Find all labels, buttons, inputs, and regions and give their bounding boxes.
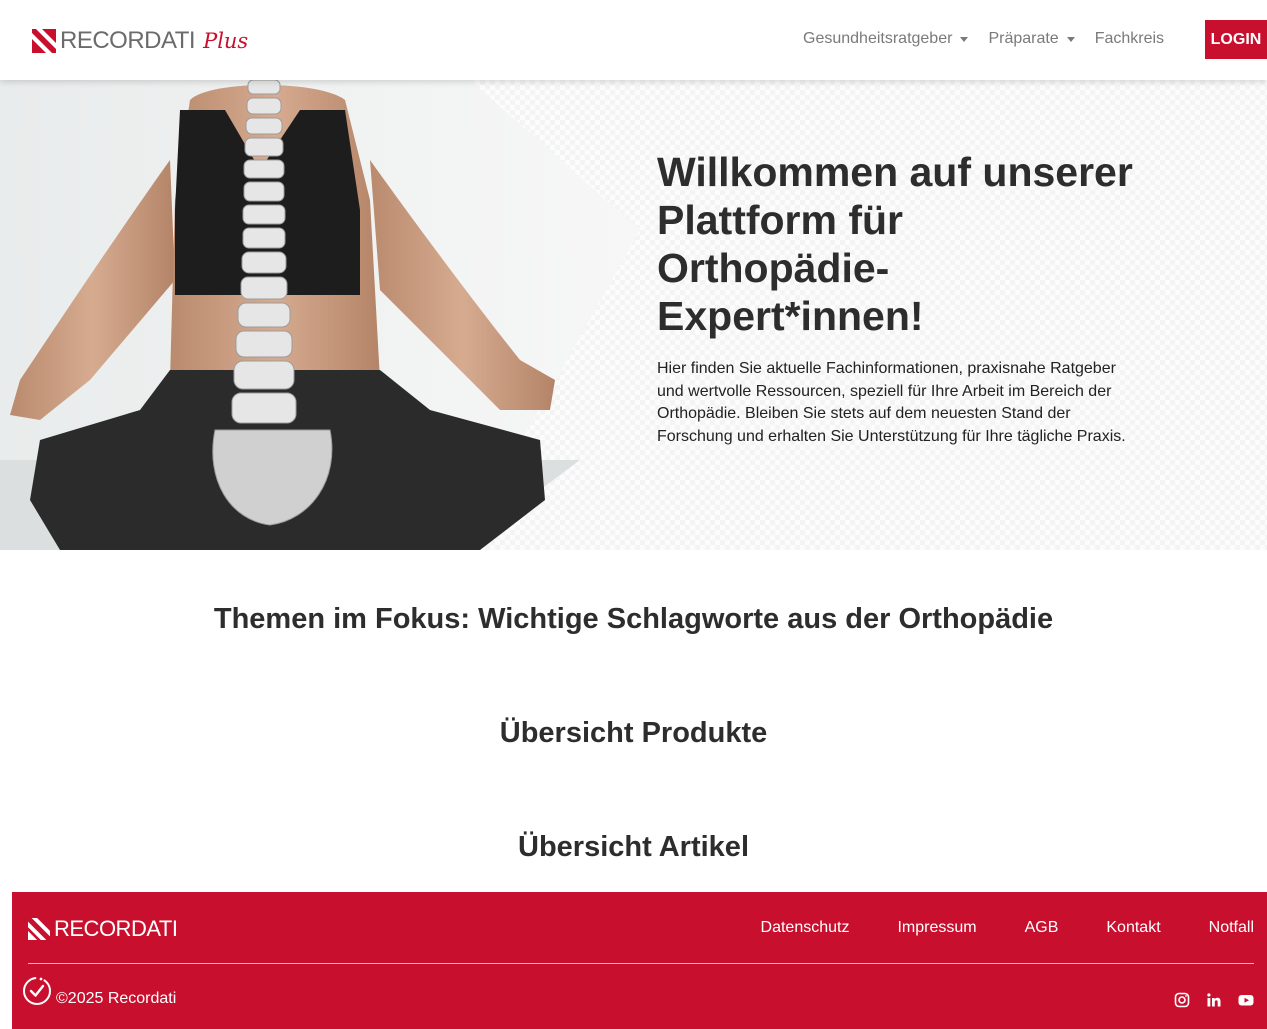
footer-link-notfall[interactable]: Notfall (1209, 919, 1254, 937)
hero-yoga-spine-image (0, 80, 640, 550)
topics-title: Themen im Fokus: Wichtige Schlagworte au… (213, 603, 1054, 635)
instagram-icon[interactable] (1174, 992, 1190, 1008)
articles-title: Übersicht Artikel (518, 831, 749, 863)
nav-label: Gesundheitsratgeber (803, 30, 953, 47)
chevron-down-icon (1066, 36, 1075, 42)
youtube-icon[interactable] (1238, 992, 1254, 1008)
site-footer: RECORDATI Datenschutz Impressum AGB Kont… (12, 892, 1267, 1029)
nav-label: Fachkreis (1094, 30, 1165, 47)
products-title: Übersicht Produkte (499, 717, 768, 749)
nav-gesundheitsratgeber[interactable]: Gesundheitsratgeber (803, 30, 969, 48)
recordati-logo-icon (28, 918, 50, 940)
hero-banner: Willkommen auf unserer Plattform für Ort… (0, 80, 1267, 550)
footer-divider (28, 963, 1254, 964)
hero-text-block: Willkommen auf unserer Plattform für Ort… (657, 148, 1137, 448)
footer-link-kontakt[interactable]: Kontakt (1106, 919, 1160, 937)
main-nav: Gesundheitsratgeber Präparate Fachkreis (803, 30, 1184, 48)
recordati-plus-logo[interactable]: RECORDATI Plus (32, 27, 248, 55)
nav-praeparate[interactable]: Präparate (988, 30, 1075, 48)
copyright-text: ©2025 Recordati (56, 990, 177, 1007)
hero-title: Willkommen auf unserer Plattform für Ort… (657, 149, 1133, 339)
footer-links: Datenschutz Impressum AGB Kontakt Notfal… (713, 919, 1254, 937)
site-header: RECORDATI Plus Gesundheitsratgeber Präpa… (0, 0, 1267, 80)
recordati-logo-icon (32, 29, 56, 53)
hero-description: Hier finden Sie aktuelle Fachinformation… (657, 360, 1126, 445)
footer-logo[interactable]: RECORDATI (28, 916, 178, 942)
chevron-down-icon (960, 36, 969, 42)
login-button[interactable]: LOGIN (1205, 20, 1267, 59)
footer-logo-text: RECORDATI (54, 916, 178, 941)
footer-link-impressum[interactable]: Impressum (897, 919, 976, 937)
logo-text: RECORDATI (60, 27, 196, 54)
footer-link-datenschutz[interactable]: Datenschutz (761, 919, 850, 937)
cookie-consent-icon[interactable] (21, 975, 53, 1007)
linkedin-icon[interactable] (1206, 992, 1222, 1008)
logo-plus-text: Plus (203, 29, 249, 53)
footer-link-agb[interactable]: AGB (1025, 919, 1059, 937)
nav-label: Präparate (988, 30, 1059, 47)
nav-fachkreis[interactable]: Fachkreis (1095, 30, 1164, 48)
social-links (1158, 992, 1254, 1008)
